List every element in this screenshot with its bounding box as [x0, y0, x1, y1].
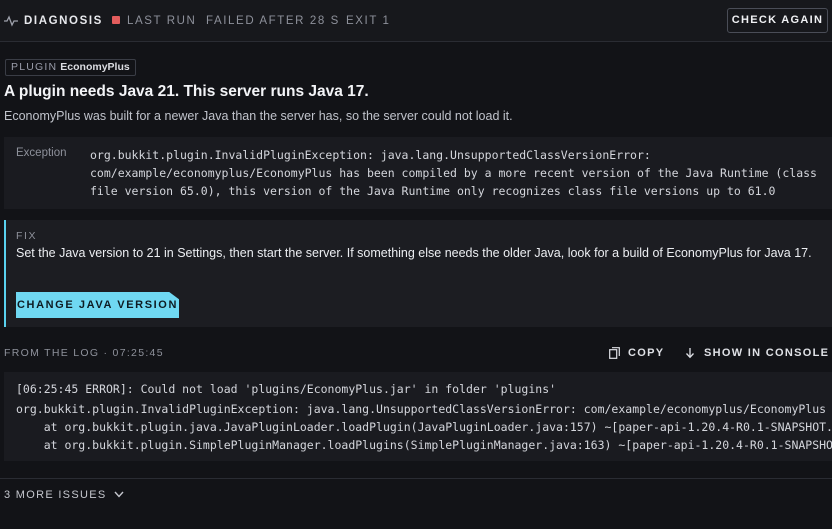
exception-text: org.bukkit.plugin.InvalidPluginException…	[90, 148, 817, 198]
fix-label: FIX	[16, 230, 38, 242]
exception-block: Exception org.bukkit.plugin.InvalidPlugi…	[4, 137, 832, 209]
pulse-icon	[4, 15, 18, 27]
copy-icon[interactable]	[609, 347, 620, 359]
more-issues-toggle[interactable]: 3 MORE ISSUES	[4, 489, 106, 501]
show-in-console-button[interactable]: SHOW IN CONSOLE	[704, 347, 829, 359]
log-line: at org.bukkit.plugin.SimplePluginManager…	[16, 438, 832, 452]
log-header: FROM THE LOG · 07:25:45	[4, 347, 164, 359]
change-java-version-button[interactable]: CHANGE JAVA VERSION	[16, 292, 179, 318]
log-excerpt: [06:25:45 ERROR]: Could not load 'plugin…	[4, 372, 832, 461]
plugin-tag-label: PLUGIN	[11, 61, 58, 73]
divider	[0, 478, 832, 479]
issue-description: EconomyPlus was built for a newer Java t…	[4, 109, 513, 123]
fix-block: FIX Set the Java version to 21 in Settin…	[4, 220, 832, 327]
header-title: DIAGNOSIS	[24, 15, 103, 27]
plugin-tag: PLUGIN EconomyPlus	[5, 59, 136, 76]
exit-code: EXIT 1	[346, 15, 391, 27]
failed-duration: FAILED AFTER 28 S	[206, 15, 340, 27]
plugin-name: EconomyPlus	[60, 61, 130, 73]
arrow-down-icon[interactable]	[685, 347, 695, 359]
check-again-button[interactable]: CHECK AGAIN	[727, 8, 828, 33]
error-status-icon	[112, 16, 120, 24]
log-line: org.bukkit.plugin.InvalidPluginException…	[16, 402, 827, 416]
diagnosis-header: DIAGNOSIS LAST RUN FAILED AFTER 28 S EXI…	[0, 0, 832, 42]
copy-button[interactable]: COPY	[628, 347, 664, 359]
log-line: at org.bukkit.plugin.java.JavaPluginLoad…	[16, 420, 832, 434]
last-run-label: LAST RUN	[127, 15, 197, 27]
fix-text: Set the Java version to 21 in Settings, …	[16, 246, 812, 260]
issue-headline: A plugin needs Java 21. This server runs…	[4, 83, 369, 100]
log-line: [06:25:45 ERROR]: Could not load 'plugin…	[16, 382, 557, 396]
exception-label: Exception	[16, 147, 67, 159]
chevron-down-icon[interactable]	[114, 491, 124, 498]
